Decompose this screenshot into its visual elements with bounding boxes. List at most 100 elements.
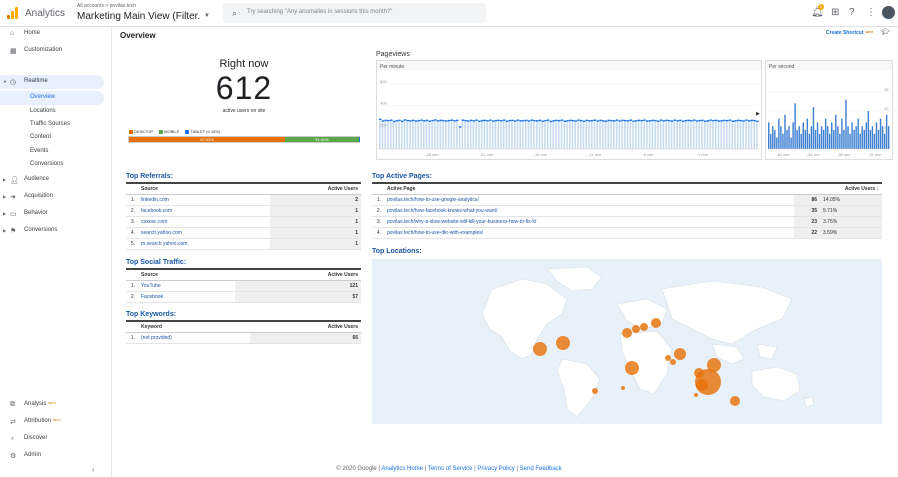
analytics-logo-icon[interactable] xyxy=(7,7,18,19)
per-minute-bar xyxy=(546,119,549,149)
location-bubble[interactable] xyxy=(556,336,570,350)
sidebar-item-home[interactable]: ⌂ Home xyxy=(0,27,104,41)
table-row[interactable]: 5. m.search.yahoo.com 1 xyxy=(126,238,361,250)
table-row[interactable]: 4. povilas.tech/how-to-use-dkr-with-examp… xyxy=(372,227,882,239)
col-active-page[interactable]: Active Page xyxy=(384,182,794,195)
table-row[interactable]: 2. facebook.com 1 xyxy=(126,205,361,217)
col-source[interactable]: Source xyxy=(138,182,270,195)
per-minute-bar xyxy=(574,120,577,149)
location-bubble[interactable] xyxy=(694,393,698,397)
table-row[interactable]: 4. search.yahoo.com 1 xyxy=(126,227,361,239)
locations-map[interactable] xyxy=(372,259,882,424)
sidebar-item-behavior[interactable]: ▶ ▭ Behavior xyxy=(0,207,104,221)
per-minute-bar xyxy=(695,120,698,149)
sidebar-item-analysis[interactable]: ⧉ Analysis BETA xyxy=(0,398,104,412)
per-minute-bar-top xyxy=(486,120,489,122)
sidebar-item-conversions[interactable]: ▶ ⚑ Conversions xyxy=(0,224,104,238)
search-bar[interactable]: ⌕ Try searching "Any anomalies in sessio… xyxy=(223,3,486,23)
active-page-link[interactable]: povilas.tech/how-facebook-knows-what-you… xyxy=(384,205,794,217)
source-link[interactable]: Facebook xyxy=(138,291,236,303)
sidebar-item-attribution[interactable]: ⇄ Attribution BETA xyxy=(0,415,104,429)
location-bubble[interactable] xyxy=(670,359,676,365)
per-minute-bar-top xyxy=(557,119,561,122)
search-input[interactable]: Try searching "Any anomalies in sessions… xyxy=(247,9,392,15)
per-minute-bar-top xyxy=(414,120,418,122)
table-row[interactable]: 1. (not provided) 66 xyxy=(126,332,361,344)
top-referrals-title[interactable]: Top Referrals: xyxy=(126,173,173,180)
education-icon[interactable]: 🎓︎ xyxy=(881,28,890,36)
top-keywords-title[interactable]: Top Keywords: xyxy=(126,311,176,318)
table-row[interactable]: 3. coxosc.com 1 xyxy=(126,216,361,228)
active-page-link[interactable]: povilas.tech/why-a-slow-website-will-kil… xyxy=(384,216,794,228)
sidebar-item-audience[interactable]: ▶ 👤︎ Audience xyxy=(0,173,104,187)
sidebar-item-events[interactable]: Events xyxy=(0,145,104,159)
sidebar-item-content[interactable]: Content xyxy=(0,131,104,145)
per-minute-bar-top xyxy=(703,120,707,122)
source-link[interactable]: m.search.yahoo.com xyxy=(138,238,270,250)
sidebar-item-traffic-sources[interactable]: Traffic Sources xyxy=(0,118,104,132)
table-row[interactable]: 1. YouTube 121 xyxy=(126,280,361,292)
per-second-bar xyxy=(772,126,774,149)
location-bubble[interactable] xyxy=(696,379,708,391)
per-second-bar xyxy=(822,130,825,149)
sidebar-item-admin[interactable]: ⚙ Admin xyxy=(0,449,104,463)
active-page-link[interactable]: povilas.tech/how-to-use-dkr-with-example… xyxy=(384,227,794,239)
col-active-users[interactable]: Active Users xyxy=(269,182,361,195)
source-link[interactable]: linkedin.com xyxy=(138,194,270,206)
top-locations-title[interactable]: Top Locations: xyxy=(372,248,422,255)
more-vert-icon[interactable]: ⋮ xyxy=(866,7,876,18)
location-bubble[interactable] xyxy=(665,355,671,361)
per-minute-bar xyxy=(467,120,469,149)
sidebar-item-discover[interactable]: ♁ Discover xyxy=(0,432,104,446)
location-bubble[interactable] xyxy=(592,388,598,394)
sidebar-item-locations[interactable]: Locations xyxy=(0,105,104,119)
caret-down-icon[interactable]: ▼ xyxy=(204,13,210,19)
location-bubble[interactable] xyxy=(622,328,632,338)
top-bar: Analytics All accounts > povilas.tech Ma… xyxy=(0,0,898,27)
source-link[interactable]: YouTube xyxy=(138,280,236,292)
location-bubble[interactable] xyxy=(533,342,547,356)
table-row[interactable]: 1. povilas.tech/how-to-use-google-analyti… xyxy=(372,194,882,206)
top-active-pages-title[interactable]: Top Active Pages: xyxy=(372,173,432,180)
table-row[interactable]: 1. linkedin.com 2 xyxy=(126,194,361,206)
avatar[interactable] xyxy=(882,6,895,19)
source-link[interactable]: search.yahoo.com xyxy=(138,227,270,239)
col-active-users[interactable]: Active Users ↓ xyxy=(794,182,882,195)
location-bubble[interactable] xyxy=(674,348,686,360)
col-active-users[interactable]: Active Users xyxy=(250,320,361,333)
apps-icon[interactable]: ⊞ xyxy=(831,7,839,18)
top-social-title[interactable]: Top Social Traffic: xyxy=(126,259,186,266)
sidebar-item-overview[interactable]: Overview xyxy=(0,91,104,105)
source-link[interactable]: facebook.com xyxy=(138,205,270,217)
sidebar-item-realtime[interactable]: ▼ ◷ Realtime xyxy=(0,75,104,89)
help-icon[interactable]: ? xyxy=(849,7,855,18)
col-active-users[interactable]: Active Users xyxy=(235,268,361,281)
source-link[interactable]: coxosc.com xyxy=(138,216,270,228)
keyword-link[interactable]: (not provided) xyxy=(138,332,251,344)
create-shortcut-button[interactable]: Create Shortcut BETA xyxy=(826,30,873,36)
footer-link-analytics-home[interactable]: Analytics Home xyxy=(381,466,423,472)
sidebar-item-label: Attribution xyxy=(24,418,52,424)
location-bubble[interactable] xyxy=(730,396,740,406)
location-bubble[interactable] xyxy=(625,361,639,375)
sidebar-item-conversions-rt[interactable]: Conversions xyxy=(0,158,104,172)
location-bubble[interactable] xyxy=(621,386,625,390)
footer-link-feedback[interactable]: Send Feedback xyxy=(520,466,562,472)
sidebar-item-customization[interactable]: ▦ Customization xyxy=(0,44,104,58)
col-keyword[interactable]: Keyword xyxy=(138,320,251,333)
account-breadcrumb[interactable]: All accounts > povilas.tech xyxy=(77,3,136,9)
location-bubble[interactable] xyxy=(640,323,648,331)
active-page-link[interactable]: povilas.tech/how-to-use-google-analytics… xyxy=(384,194,794,206)
sidebar-item-acquisition[interactable]: ▶ ➜ Acquisition xyxy=(0,190,104,204)
table-row[interactable]: 2. povilas.tech/how-facebook-knows-what-y… xyxy=(372,205,882,217)
table-row[interactable]: 3. povilas.tech/why-a-slow-website-will-k… xyxy=(372,216,882,228)
location-bubble[interactable] xyxy=(651,318,661,328)
col-source[interactable]: Source xyxy=(138,268,236,281)
sidebar-item-label: Customization xyxy=(24,47,63,53)
per-minute-bar xyxy=(591,119,593,149)
table-row[interactable]: 2. Facebook 57 xyxy=(126,291,361,303)
location-bubble[interactable] xyxy=(632,325,640,333)
footer-link-privacy[interactable]: Privacy Policy xyxy=(477,466,514,472)
footer-link-terms[interactable]: Terms of Service xyxy=(428,466,473,472)
view-selector[interactable]: Marketing Main View (Filter... xyxy=(77,11,201,22)
